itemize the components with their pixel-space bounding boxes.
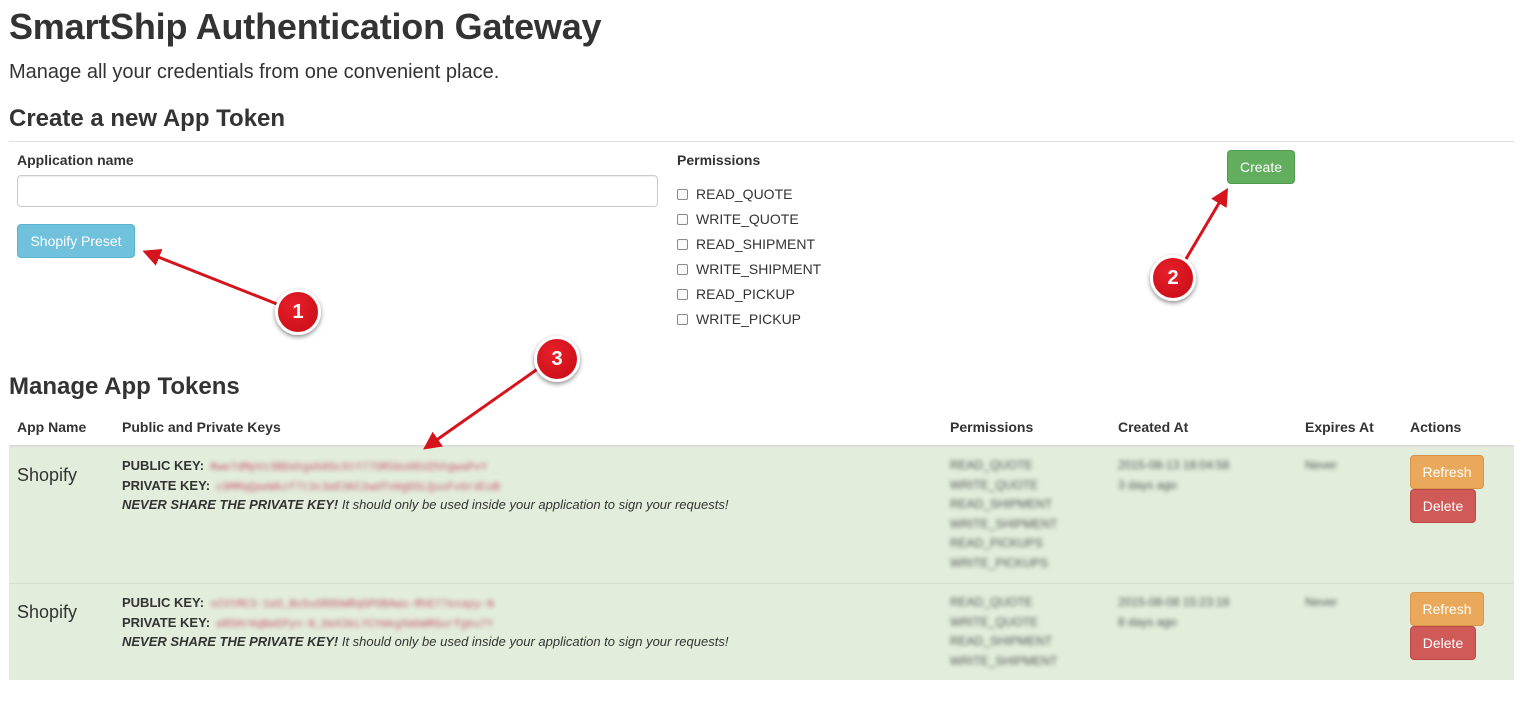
arrow-1: [142, 249, 283, 308]
arrow-2: [1181, 187, 1229, 265]
annotation-arrows: [142, 187, 1229, 450]
annotation-marker-1: 1: [275, 289, 321, 335]
annotation-marker-2: 2: [1150, 255, 1196, 301]
arrow-3: [423, 366, 540, 450]
annotation-marker-3: 3: [534, 336, 580, 382]
